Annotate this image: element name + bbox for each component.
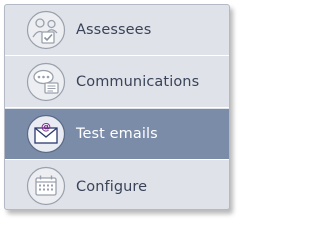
menu-item-communications[interactable]: Communications <box>5 57 229 108</box>
email-icon: @ <box>26 114 66 154</box>
menu-item-label: Configure <box>76 178 148 195</box>
menu-item-label: Test emails <box>76 126 158 142</box>
assessees-icon <box>26 10 66 50</box>
menu-item-configure[interactable]: Configure <box>5 161 229 209</box>
communications-icon <box>26 62 66 102</box>
calendar-icon <box>26 166 66 206</box>
menu-item-label: Assessees <box>76 22 152 38</box>
menu-item-assessees[interactable]: Assessees <box>5 5 229 56</box>
svg-text:@: @ <box>41 122 51 133</box>
navigation-menu: Assessees Communications @ Test emails C… <box>4 4 230 210</box>
menu-item-test-emails[interactable]: @ Test emails <box>5 109 229 160</box>
menu-item-label: Communications <box>76 74 200 90</box>
